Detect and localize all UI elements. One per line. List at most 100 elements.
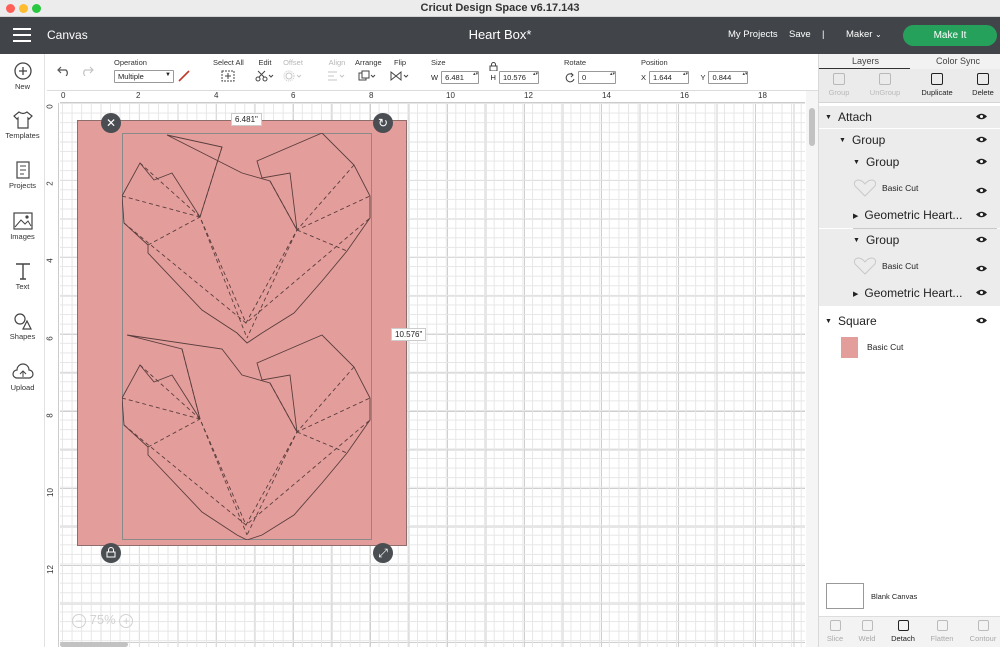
ruler-tick: 8 [369, 91, 374, 100]
save-button[interactable]: Save [789, 29, 811, 40]
flip-label: Flip [393, 58, 407, 67]
resize-handle-icon[interactable]: ⤢ [373, 543, 393, 563]
x-input[interactable]: 1.644 [649, 71, 690, 85]
arrange-group[interactable]: Arrange [355, 58, 382, 87]
eye-icon[interactable] [976, 236, 987, 243]
layer-name: Group [865, 233, 900, 247]
ruler-tick: 6 [291, 91, 296, 100]
layer-row-group[interactable]: ▼ Group [819, 229, 1000, 251]
caret-down-icon[interactable]: ▼ [853, 159, 860, 166]
machine-select[interactable]: Maker ⌄ [846, 29, 882, 40]
sidebar-item-images[interactable]: Images [0, 212, 45, 241]
flip-group[interactable]: Flip [390, 58, 410, 87]
sidebar-item-upload[interactable]: Upload [0, 363, 45, 392]
ruler-tick: 12 [45, 565, 55, 574]
caret-down-icon[interactable]: ▼ [825, 318, 832, 325]
select-all-label: Select All [213, 58, 244, 67]
blank-canvas-swatch[interactable] [826, 583, 864, 609]
height-input[interactable]: 10.576 [498, 71, 539, 85]
make-it-button[interactable]: Make It [903, 25, 997, 46]
align-label: Align [328, 58, 346, 67]
layer-row-group[interactable]: ▼ Group [819, 151, 1000, 173]
edit-group[interactable]: Edit [255, 58, 275, 87]
layers-panel: Layers Color Sync Group UnGroup Duplicat… [818, 54, 1000, 647]
select-all-group[interactable]: Select All [213, 58, 244, 87]
layer-name: Square [837, 314, 877, 328]
layer-row-square[interactable]: ▼ Square [819, 312, 1000, 334]
eye-icon[interactable] [976, 211, 987, 218]
layer-row-geometric-heart[interactable]: ▶ Geometric Heart... [819, 204, 1000, 228]
shapes-icon [13, 313, 32, 330]
operation-group: Operation Multiple ▼ [114, 58, 191, 83]
eye-icon[interactable] [976, 289, 987, 296]
caret-down-icon[interactable]: ▼ [825, 114, 832, 121]
sidebar-label-shapes: Shapes [9, 332, 36, 341]
eye-icon[interactable] [976, 187, 987, 194]
sidebar-item-new[interactable]: New [0, 62, 45, 91]
caret-down-icon[interactable]: ▼ [839, 137, 846, 144]
flip-icon [390, 70, 409, 82]
sidebar-item-shapes[interactable]: Shapes [0, 312, 45, 341]
window-title-bar: Cricut Design Space v6.17.143 [0, 0, 1000, 17]
layer-row-group[interactable]: ▼ Group [819, 129, 1000, 151]
duplicate-button[interactable]: Duplicate [914, 73, 960, 97]
align-icon [328, 71, 345, 81]
eye-icon[interactable] [976, 158, 987, 165]
my-projects-link[interactable]: My Projects [728, 29, 778, 40]
ruler-tick: 4 [45, 258, 55, 263]
top-heart-outline [122, 133, 371, 344]
contour-icon [977, 620, 989, 631]
delete-button[interactable]: Delete [960, 73, 1000, 97]
layer-row-geometric-heart[interactable]: ▶ Geometric Heart... [819, 282, 1000, 306]
eye-icon[interactable] [976, 136, 987, 143]
detach-label: Detach [891, 634, 915, 643]
lock-ratio-icon[interactable] [489, 62, 498, 71]
width-label: W [431, 73, 439, 83]
geometric-hearts-artwork[interactable] [122, 133, 372, 540]
group-button: Group [816, 73, 862, 97]
y-input[interactable]: 0.844 [708, 71, 749, 85]
eye-icon[interactable] [976, 265, 987, 272]
caret-down-icon[interactable]: ▼ [853, 237, 860, 244]
trash-icon [977, 73, 989, 85]
position-label: Position [641, 58, 668, 67]
eye-icon[interactable] [976, 113, 987, 120]
sidebar-item-projects[interactable]: Projects [0, 161, 45, 190]
sidebar-label-text: Text [15, 282, 30, 291]
caret-right-icon[interactable]: ▶ [853, 290, 858, 298]
operation-select[interactable]: Multiple ▼ [114, 69, 174, 83]
delete-handle-icon[interactable]: ✕ [101, 113, 121, 133]
tab-color-sync[interactable]: Color Sync [936, 56, 980, 66]
slice-label: Slice [826, 634, 844, 643]
layer-row-attach[interactable]: ▼ Attach [819, 106, 1000, 128]
width-input[interactable]: 6.481 [441, 71, 480, 85]
tab-layers[interactable]: Layers [852, 56, 879, 66]
size-label: Size [431, 58, 446, 67]
vertical-scrollbar-thumb[interactable] [809, 108, 815, 146]
sidebar-item-text[interactable]: Text [0, 262, 45, 291]
offset-icon [283, 70, 302, 82]
zoom-in-button[interactable]: + [119, 613, 134, 628]
sidebar-item-templates[interactable]: Templates [0, 111, 45, 140]
layer-row-square-basic-cut[interactable]: Basic Cut [819, 335, 1000, 360]
rotate-input[interactable]: 0 [578, 71, 616, 85]
text-icon [15, 263, 30, 280]
layer-name: Geometric Heart... [864, 208, 963, 222]
vertical-ruler: 0 2 4 6 8 10 12 [46, 103, 59, 647]
ruler-tick: 10 [45, 488, 55, 497]
vertical-scrollbar[interactable] [806, 91, 818, 647]
caret-right-icon[interactable]: ▶ [853, 212, 858, 220]
lock-handle-icon[interactable] [101, 543, 121, 563]
ruler-tick: 14 [602, 91, 611, 100]
redo-icon [83, 66, 94, 76]
pen-color-icon[interactable] [177, 69, 191, 83]
undo-icon[interactable] [57, 66, 71, 76]
detach-button[interactable]: Detach [885, 620, 921, 643]
horizontal-scrollbar-thumb[interactable] [60, 642, 128, 647]
zoom-control: − 75% + [72, 612, 134, 632]
rotate-handle-icon[interactable]: ↻ [373, 113, 393, 133]
horizontal-ruler: 0 2 4 6 8 10 12 14 16 18 [60, 91, 805, 103]
machine-label: Maker [846, 29, 873, 40]
zoom-out-button[interactable]: − [72, 613, 86, 628]
eye-icon[interactable] [976, 317, 987, 324]
